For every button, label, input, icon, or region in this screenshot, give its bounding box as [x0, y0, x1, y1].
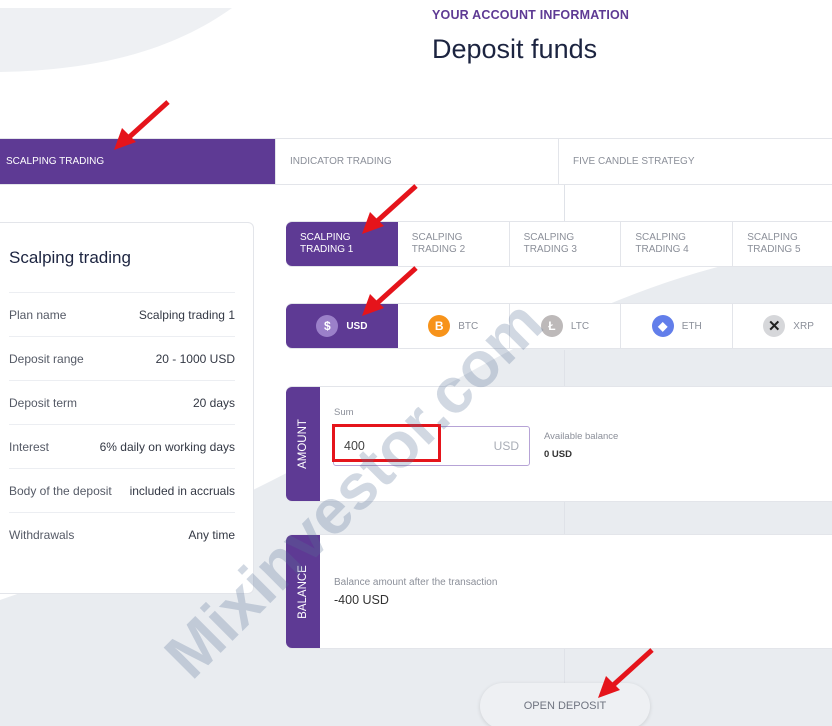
currency-label: LTC: [570, 320, 590, 332]
row-value: included in accruals: [129, 483, 235, 498]
ripple-icon: ✕: [763, 315, 786, 337]
balance-after-value: -400 USD: [334, 593, 389, 607]
sum-unit: USD: [493, 439, 519, 453]
ethereum-icon: ◆: [651, 315, 674, 337]
strategy-tabs: SCALPING TRADING INDICATOR TRADING FIVE …: [0, 138, 832, 185]
tab-label-line1: SCALPING: [747, 232, 798, 243]
grid-line: [564, 185, 565, 221]
plan-card-title: Scalping trading: [9, 248, 131, 267]
tab-label-line2: TRADING 4: [635, 244, 689, 255]
sum-label: Sum: [334, 407, 354, 418]
tab-label-line1: SCALPING: [300, 232, 351, 243]
dollar-icon: $: [316, 315, 339, 337]
row-label: Body of the deposit: [9, 483, 112, 498]
bitcoin-icon: B: [428, 315, 451, 337]
amount-panel: AMOUNT Sum USD Available balance 0 USD: [286, 386, 832, 502]
currency-tab-eth[interactable]: ◆ ETH: [621, 304, 734, 348]
currency-label: XRP: [793, 320, 814, 332]
tab-label-line2: TRADING 1: [300, 244, 354, 255]
tab-scalping-trading-3[interactable]: SCALPING TRADING 3: [510, 222, 622, 266]
available-balance-value: 0 USD: [544, 449, 572, 460]
available-balance-label: Available balance: [544, 431, 619, 442]
currency-tab-ltc[interactable]: Ł LTC: [510, 304, 622, 348]
tab-label-line1: SCALPING: [523, 232, 575, 243]
sum-field[interactable]: USD: [333, 426, 530, 466]
open-deposit-button[interactable]: OPEN DEPOSIT: [480, 683, 650, 726]
row-value: 20 days: [192, 395, 235, 410]
currency-tab-xrp[interactable]: ✕ XRP: [733, 304, 832, 348]
amount-side-label: AMOUNT: [286, 387, 320, 501]
sum-input[interactable]: [344, 439, 454, 453]
row-value: Scalping trading 1: [138, 307, 235, 322]
currency-label: BTC: [458, 320, 479, 332]
plan-tabs: SCALPING TRADING 1 SCALPING TRADING 2 SCAL…: [286, 221, 832, 267]
tab-scalping-trading[interactable]: SCALPING TRADING: [0, 139, 276, 184]
grid-line: [564, 350, 565, 386]
side-label-text: AMOUNT: [297, 419, 309, 469]
row-value: Any time: [188, 527, 235, 542]
tab-scalping-trading-5[interactable]: SCALPING TRADING 5: [733, 222, 832, 266]
page-subtitle: YOUR ACCOUNT INFORMATION: [432, 8, 630, 22]
balance-panel: BALANCE Balance amount after the transac…: [286, 534, 832, 649]
row-label: Plan name: [9, 307, 67, 322]
plan-row-interest: Interest 6% daily on working days: [9, 424, 235, 468]
side-label-text: BALANCE: [297, 564, 309, 619]
row-value: 20 - 1000 USD: [155, 351, 235, 366]
row-label: Deposit range: [9, 351, 84, 366]
currency-tabs: $ USD B BTC Ł LTC ◆ ETH ✕ XRP: [286, 303, 832, 349]
tab-scalping-trading-2[interactable]: SCALPING TRADING 2: [398, 222, 510, 266]
balance-after-label: Balance amount after the transaction: [334, 577, 498, 588]
tab-scalping-trading-4[interactable]: SCALPING TRADING 4: [621, 222, 734, 266]
plan-details-card: Scalping trading Plan name Scalping trad…: [0, 222, 254, 594]
tab-label-line1: SCALPING: [635, 232, 686, 243]
plan-row-withdrawals: Withdrawals Any time: [9, 512, 235, 556]
tab-five-candle-strategy[interactable]: FIVE CANDLE STRATEGY: [559, 139, 832, 184]
tab-label-line2: TRADING 2: [411, 244, 466, 255]
grid-line: [564, 502, 565, 534]
currency-label: ETH: [681, 320, 702, 332]
row-label: Interest: [9, 439, 50, 454]
tab-indicator-trading[interactable]: INDICATOR TRADING: [276, 139, 559, 184]
tab-label-line2: TRADING 3: [523, 244, 577, 255]
litecoin-icon: Ł: [540, 315, 563, 337]
plan-row-deposit-range: Deposit range 20 - 1000 USD: [9, 336, 235, 380]
plan-row-deposit-term: Deposit term 20 days: [9, 380, 235, 424]
balance-side-label: BALANCE: [286, 535, 320, 648]
row-label: Deposit term: [9, 395, 78, 410]
row-label: Withdrawals: [9, 527, 75, 542]
tab-label-line2: TRADING 5: [747, 244, 801, 255]
page-title: Deposit funds: [432, 34, 598, 64]
plan-row-plan-name: Plan name Scalping trading 1: [9, 292, 235, 336]
tab-label-line1: SCALPING: [411, 232, 463, 243]
row-value: 6% daily on working days: [99, 439, 235, 454]
plan-row-body-of-deposit: Body of the deposit included in accruals: [9, 468, 235, 512]
currency-label: USD: [346, 320, 368, 332]
currency-tab-btc[interactable]: B BTC: [398, 304, 510, 348]
grid-line: [564, 649, 565, 683]
tab-scalping-trading-1[interactable]: SCALPING TRADING 1: [286, 222, 398, 266]
currency-tab-usd[interactable]: $ USD: [286, 304, 398, 348]
